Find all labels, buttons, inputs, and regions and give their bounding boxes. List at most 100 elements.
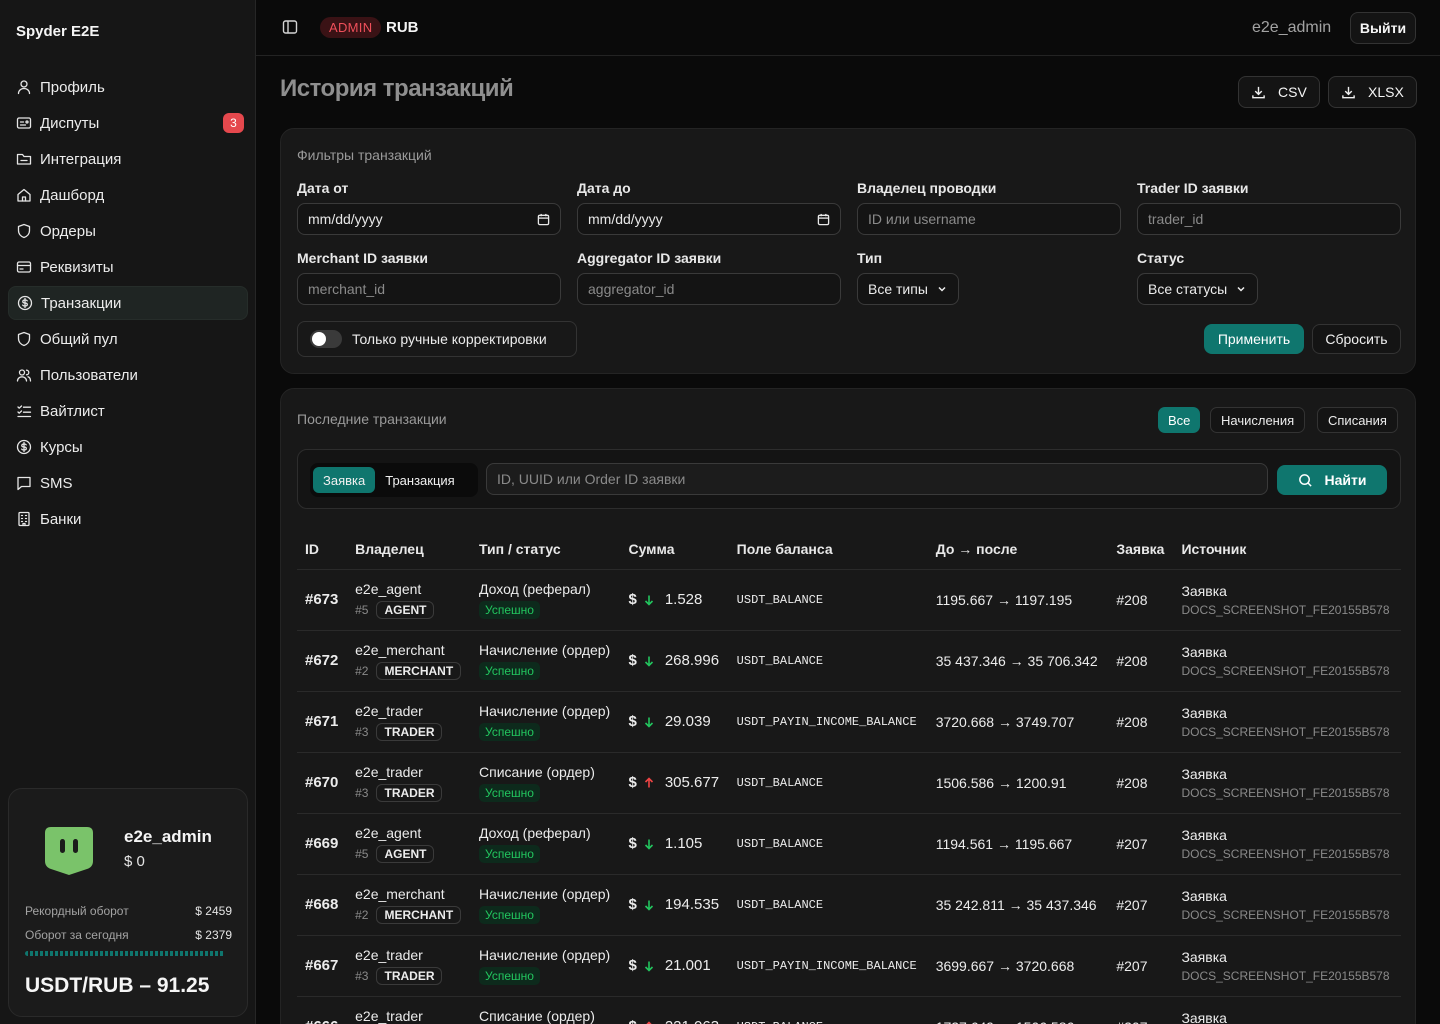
order-link[interactable]: #208	[1108, 752, 1174, 814]
checklist-icon	[17, 405, 32, 418]
chip-credits[interactable]: Начисления	[1210, 407, 1306, 433]
balance-change: 1194.561 → 1195.667	[927, 813, 1109, 875]
sidebar-item-integration[interactable]: Интеграция	[8, 142, 248, 176]
calendar-icon[interactable]	[817, 213, 830, 226]
avatar	[45, 827, 93, 875]
logout-button[interactable]: Выйти	[1350, 12, 1416, 44]
sidebar-item-label: Транзакции	[41, 294, 122, 312]
sidebar-item-users[interactable]: Пользователи	[8, 358, 248, 392]
amount-cell: $1.105	[620, 813, 729, 875]
filters-card: Фильтры транзакций Дата от mm/dd/yyyy Да…	[280, 128, 1416, 374]
currency-symbol: $	[628, 896, 637, 913]
type-select[interactable]: Все типы	[857, 273, 959, 305]
source-id: DOCS_SCREENSHOT_FE20155B578	[1181, 968, 1390, 983]
date-from-label: Дата от	[297, 180, 349, 196]
table-row[interactable]: #670 e2e_trader #3 TRADER Списание (ордер) Ус…	[297, 752, 1401, 814]
segment-order[interactable]: Заявка	[313, 467, 376, 493]
amount-cell: $305.677	[620, 752, 729, 814]
table-row[interactable]: #667 e2e_trader #3 TRADER Начисление (ордер)…	[297, 935, 1401, 997]
app-name: Spyder E2E	[16, 23, 100, 40]
search-input[interactable]: ID, UUID или Order ID заявки	[486, 463, 1268, 495]
table-row[interactable]: #666e2e_trader#3TRADERСписание (ордер)Ус…	[297, 996, 1401, 1024]
amount-cell: $221.063	[620, 996, 729, 1024]
order-link[interactable]: #208	[1108, 630, 1174, 692]
manual-adjustments-toggle[interactable]: Только ручные корректировки	[297, 321, 577, 357]
sidebar-item-label: Пользователи	[40, 366, 138, 384]
amount-cell: $194.535	[620, 874, 729, 936]
order-link[interactable]: #208	[1108, 691, 1174, 753]
col-order-header: Заявка	[1108, 529, 1174, 570]
topbar: ADMIN RUB e2e_admin Выйти	[256, 0, 1440, 56]
table-row[interactable]: #669 e2e_agent #5 AGENT Доход (реферал) Успеш…	[297, 813, 1401, 875]
order-link[interactable]: #207	[1108, 874, 1174, 936]
apply-button[interactable]: Применить	[1204, 324, 1304, 354]
source-title: Заявка	[1181, 1009, 1227, 1024]
transaction-id: #670	[297, 752, 348, 814]
sidebar-item-profile[interactable]: Профиль	[8, 70, 248, 104]
amount-value: 1.105	[664, 835, 703, 852]
page-title: История транзакций	[280, 75, 514, 102]
order-link[interactable]: #207	[1108, 996, 1174, 1024]
current-username: e2e_admin	[1252, 19, 1332, 36]
sidebar-item-banks[interactable]: Банки	[8, 502, 248, 536]
status-badge: Успешно	[479, 844, 540, 863]
table-body: #673 e2e_agent #5 AGENT Доход (реферал) Успеш…	[297, 569, 1401, 1024]
table-row[interactable]: #671 e2e_trader #3 TRADER Начисление (ордер)…	[297, 691, 1401, 753]
order-link[interactable]: #207	[1108, 935, 1174, 997]
transaction-type: Начисление (ордер)	[479, 946, 611, 963]
sidebar-item-rates[interactable]: Курсы	[8, 430, 248, 464]
table-row[interactable]: #668 e2e_merchant #2 MERCHANT Начисление (ор…	[297, 874, 1401, 936]
amount-cell: $1.528	[620, 569, 729, 631]
col-type-status-header: Тип / статус	[471, 529, 621, 570]
order-link[interactable]: #208	[1108, 569, 1174, 631]
currency-symbol: $	[628, 774, 637, 791]
merchant-id-input[interactable]: merchant_id	[297, 273, 561, 305]
export-xlsx-button[interactable]: XLSX	[1328, 76, 1417, 108]
table-row[interactable]: #672 e2e_merchant #2 MERCHANT Начисление (ор…	[297, 630, 1401, 692]
chip-debits[interactable]: Списания	[1317, 407, 1398, 433]
reset-button[interactable]: Сбросить	[1312, 324, 1401, 354]
status-select[interactable]: Все статусы	[1137, 273, 1259, 305]
owner-cell: e2e_agent #5 AGENT	[347, 569, 472, 631]
sidebar-item-label: Дашборд	[40, 186, 105, 204]
chip-all[interactable]: Все	[1158, 407, 1201, 433]
segment-transaction[interactable]: Транзакция	[375, 467, 464, 493]
col-amount-header: Сумма	[620, 529, 729, 570]
date-from-input[interactable]: mm/dd/yyyy	[297, 203, 561, 235]
toggle-switch[interactable]	[310, 330, 342, 348]
balance-field: USDT_BALANCE	[728, 752, 928, 814]
exchange-rate: USDT/RUB – 91.25	[25, 974, 210, 997]
sidebar-item-whitelist[interactable]: Вайтлист	[8, 394, 248, 428]
owner-input[interactable]: ID или username	[857, 203, 1121, 235]
home-icon	[17, 188, 31, 202]
sidebar-item-dashboard[interactable]: Дашборд	[8, 178, 248, 212]
date-to-input[interactable]: mm/dd/yyyy	[577, 203, 841, 235]
owner-cell: e2e_agent #5 AGENT	[347, 813, 472, 875]
sidebar-item-orders[interactable]: Ордеры	[8, 214, 248, 248]
sidebar-item-pool[interactable]: Общий пул	[8, 322, 248, 356]
owner-cell: e2e_merchant #2 MERCHANT	[347, 874, 472, 936]
balance-change: 35 437.346 → 35 706.342	[927, 630, 1109, 692]
amount-value: 305.677	[664, 774, 720, 791]
table-row[interactable]: #673 e2e_agent #5 AGENT Доход (реферал) Успеш…	[297, 569, 1401, 631]
source-id: DOCS_SCREENSHOT_FE20155B578	[1181, 907, 1390, 922]
sidebar-item-sms[interactable]: SMS	[8, 466, 248, 500]
sidebar-item-transactions[interactable]: Транзакции	[8, 286, 248, 320]
arrow-down-icon	[644, 839, 653, 850]
sidebar-item-disputes[interactable]: Диспуты 3	[8, 106, 248, 140]
sidebar-item-label: Профиль	[40, 78, 105, 96]
export-csv-button[interactable]: CSV	[1238, 76, 1320, 108]
arrow-down-icon	[644, 717, 653, 728]
order-link[interactable]: #207	[1108, 813, 1174, 875]
aggregator-id-input[interactable]: aggregator_id	[577, 273, 841, 305]
sidebar-item-requisites[interactable]: Реквизиты	[8, 250, 248, 284]
trader-id-input[interactable]: trader_id	[1137, 203, 1401, 235]
sidebar-toggle-icon[interactable]	[282, 19, 298, 35]
turnover-progress	[25, 951, 226, 956]
owner-name: e2e_agent	[355, 824, 422, 841]
dispute-icon	[16, 117, 32, 129]
find-button[interactable]: Найти	[1277, 465, 1387, 495]
record-turnover: Рекордный оборот $ 2459	[25, 904, 232, 918]
calendar-icon[interactable]	[537, 213, 550, 226]
balance-field: USDT_PAYIN_INCOME_BALANCE	[728, 691, 928, 753]
